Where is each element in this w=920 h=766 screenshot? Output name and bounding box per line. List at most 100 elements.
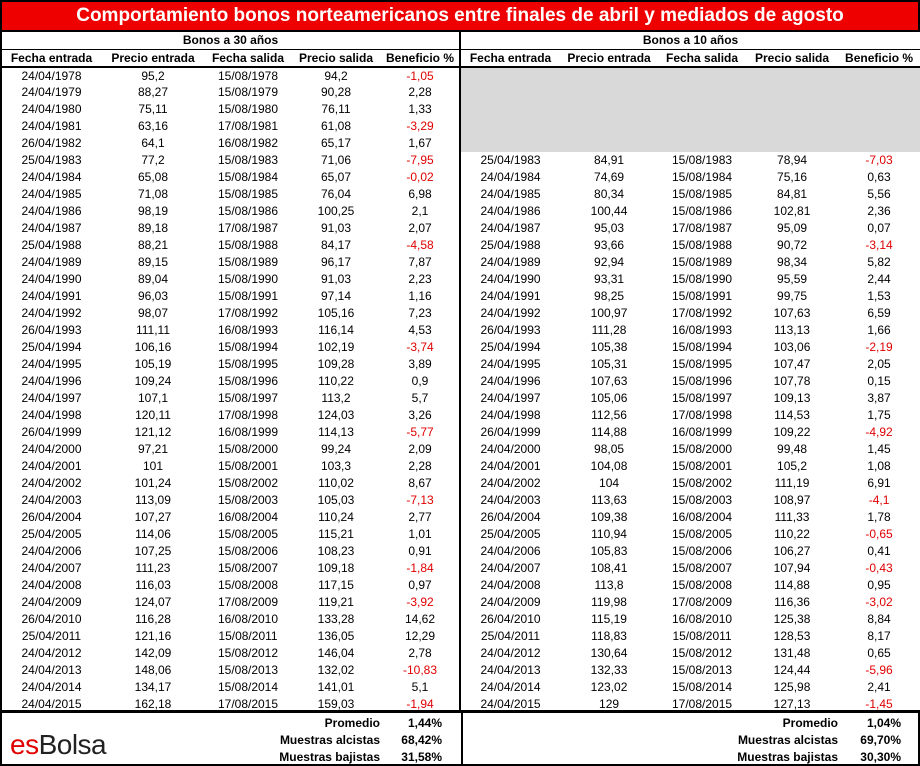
- table-cell: 119,21: [318, 595, 354, 609]
- empty-cell: [746, 66, 839, 84]
- table-cell: 100,97: [590, 306, 628, 320]
- table-cell: 109,13: [773, 391, 811, 405]
- table-cell: 108,97: [773, 493, 811, 507]
- table-cell: 90,28: [320, 85, 352, 99]
- table-row: 24/04/1991 96,03 15/08/1991 97,14 1,16 24/04/…: [1, 287, 920, 305]
- table-cell: 16/08/2010: [217, 612, 279, 626]
- table-cell: 0,63: [867, 170, 891, 184]
- table-cell: 17/08/1998: [672, 408, 733, 422]
- table-cell: 107,63: [773, 306, 811, 320]
- table-cell: 15/08/2003: [672, 493, 733, 507]
- table-cell: 0,91: [408, 544, 432, 558]
- table-cell: 15/08/1994: [672, 340, 733, 354]
- table-cell: 15/08/2008: [217, 578, 279, 592]
- table-row: 24/04/2014 134,17 15/08/2014 141,01 5,1 24/04…: [1, 678, 920, 696]
- table-cell: 24/04/2006: [459, 542, 561, 560]
- table-cell: 107,25: [134, 544, 172, 558]
- table-cell: 116,36: [774, 595, 810, 609]
- table-cell: 1,16: [408, 289, 432, 303]
- table-cell: 1,66: [867, 323, 891, 337]
- table-cell: 15/08/1990: [672, 272, 733, 286]
- summary-label-alcistas-30: Muestras alcistas: [279, 733, 380, 747]
- table-cell: 17/08/1992: [217, 306, 279, 320]
- empty-cell: [746, 100, 839, 118]
- table-cell: 16/08/1982: [217, 136, 279, 150]
- table-cell: -3,74: [406, 340, 434, 354]
- table-cell: 3,26: [408, 408, 432, 422]
- table-cell: 5,7: [411, 391, 429, 405]
- table-cell: 24/04/2013: [21, 663, 82, 677]
- table-cell: 61,08: [320, 119, 352, 133]
- table-cell: 15/08/1985: [672, 187, 733, 201]
- table-cell: 24/04/1985: [459, 185, 561, 203]
- table-cell: 95,59: [777, 272, 808, 286]
- table-row: 24/04/1996 109,24 15/08/1996 110,22 0,9 24/04…: [1, 372, 920, 390]
- table-cell: 17/08/2009: [217, 595, 279, 609]
- table-cell: 17/08/1998: [217, 408, 279, 422]
- table-cell: 95,03: [594, 221, 625, 235]
- table-row: 25/04/2005 114,06 15/08/2005 115,21 1,01 25/0…: [1, 525, 920, 543]
- table-cell: 15/08/2006: [217, 544, 279, 558]
- table-row: 26/04/2010 116,28 16/08/2010 133,28 14,62 26/…: [1, 610, 920, 628]
- table-cell: 113,63: [591, 493, 627, 507]
- col-header: Beneficio %: [381, 49, 461, 68]
- empty-cell: [459, 134, 561, 152]
- table-row: 24/04/2006 107,25 15/08/2006 108,23 0,91 24/0…: [1, 542, 920, 560]
- table-cell: 2,07: [408, 221, 432, 235]
- empty-cell: [459, 66, 561, 84]
- table-cell: 98,19: [137, 204, 169, 218]
- table-cell: 114,06: [135, 527, 171, 541]
- table-cell: 112,56: [591, 408, 627, 422]
- table-cell: 15/08/1997: [672, 391, 733, 405]
- table-cell: 15/08/1985: [217, 187, 279, 201]
- table-cell: -3,14: [865, 238, 893, 252]
- table-cell: 1,08: [867, 459, 891, 473]
- summary-value-alcistas-10: 69,70%: [860, 733, 901, 747]
- table-cell: 17/08/2009: [672, 595, 733, 609]
- col-header: Fecha entrada: [459, 49, 561, 68]
- table-cell: 2,28: [408, 85, 432, 99]
- table-cell: 125,38: [773, 612, 811, 626]
- table-cell: 107,27: [134, 510, 172, 524]
- table-cell: 24/04/2008: [459, 576, 561, 594]
- table-row: 24/04/1980 75,11 15/08/1980 76,11 1,33: [1, 100, 920, 118]
- table-cell: 5,82: [867, 255, 891, 269]
- table-cell: 1,45: [867, 442, 891, 456]
- table-cell: 88,21: [137, 238, 169, 252]
- table-cell: 99,75: [777, 289, 808, 303]
- table-row: 26/04/1982 64,1 16/08/1982 65,17 1,67: [1, 134, 920, 152]
- table-cell: -2,19: [865, 340, 893, 354]
- table-cell: 65,07: [320, 170, 352, 184]
- table-cell: 102,19: [317, 340, 355, 354]
- table-cell: 108,41: [590, 561, 628, 575]
- table-cell: 2,41: [867, 680, 891, 694]
- table-cell: 93,31: [594, 272, 625, 286]
- table-cell: -5,77: [406, 425, 434, 439]
- table-row: 24/04/2003 113,09 15/08/2003 105,03 -7,13 24/…: [1, 491, 920, 509]
- table-cell: 15/08/2008: [672, 578, 733, 592]
- table-cell: 15/08/2006: [672, 544, 733, 558]
- empty-cell: [560, 66, 659, 84]
- table-cell: 24/04/2007: [459, 559, 561, 577]
- esbolsa-logo: esBolsa: [10, 729, 107, 760]
- table-cell: 2,36: [867, 204, 891, 218]
- table-row: 24/04/1985 71,08 15/08/1985 76,04 6,98 24/04/…: [1, 185, 920, 203]
- table-cell: 15/08/1996: [217, 374, 279, 388]
- table-cell: 24/04/1990: [459, 270, 561, 288]
- table-cell: 6,98: [408, 187, 432, 201]
- table-cell: 26/04/2010: [459, 610, 561, 628]
- group-header-10: Bonos a 10 años: [459, 32, 920, 50]
- table-cell: 99,48: [777, 442, 808, 456]
- table-cell: 24/04/1989: [21, 255, 82, 269]
- table-cell: 15/08/1983: [217, 153, 279, 167]
- table-cell: 71,08: [137, 187, 169, 201]
- table-cell: 24/04/1996: [459, 372, 561, 390]
- table-cell: 16/08/2004: [217, 510, 279, 524]
- table-cell: 25/04/1994: [459, 338, 561, 356]
- col-header: Precio entrada: [101, 49, 205, 68]
- table-cell: 98,34: [777, 255, 808, 269]
- table-cell: 128,53: [773, 629, 811, 643]
- table-cell: 15/08/2012: [672, 646, 733, 660]
- table-cell: 95,2: [141, 68, 165, 83]
- table-cell: 107,47: [773, 357, 811, 371]
